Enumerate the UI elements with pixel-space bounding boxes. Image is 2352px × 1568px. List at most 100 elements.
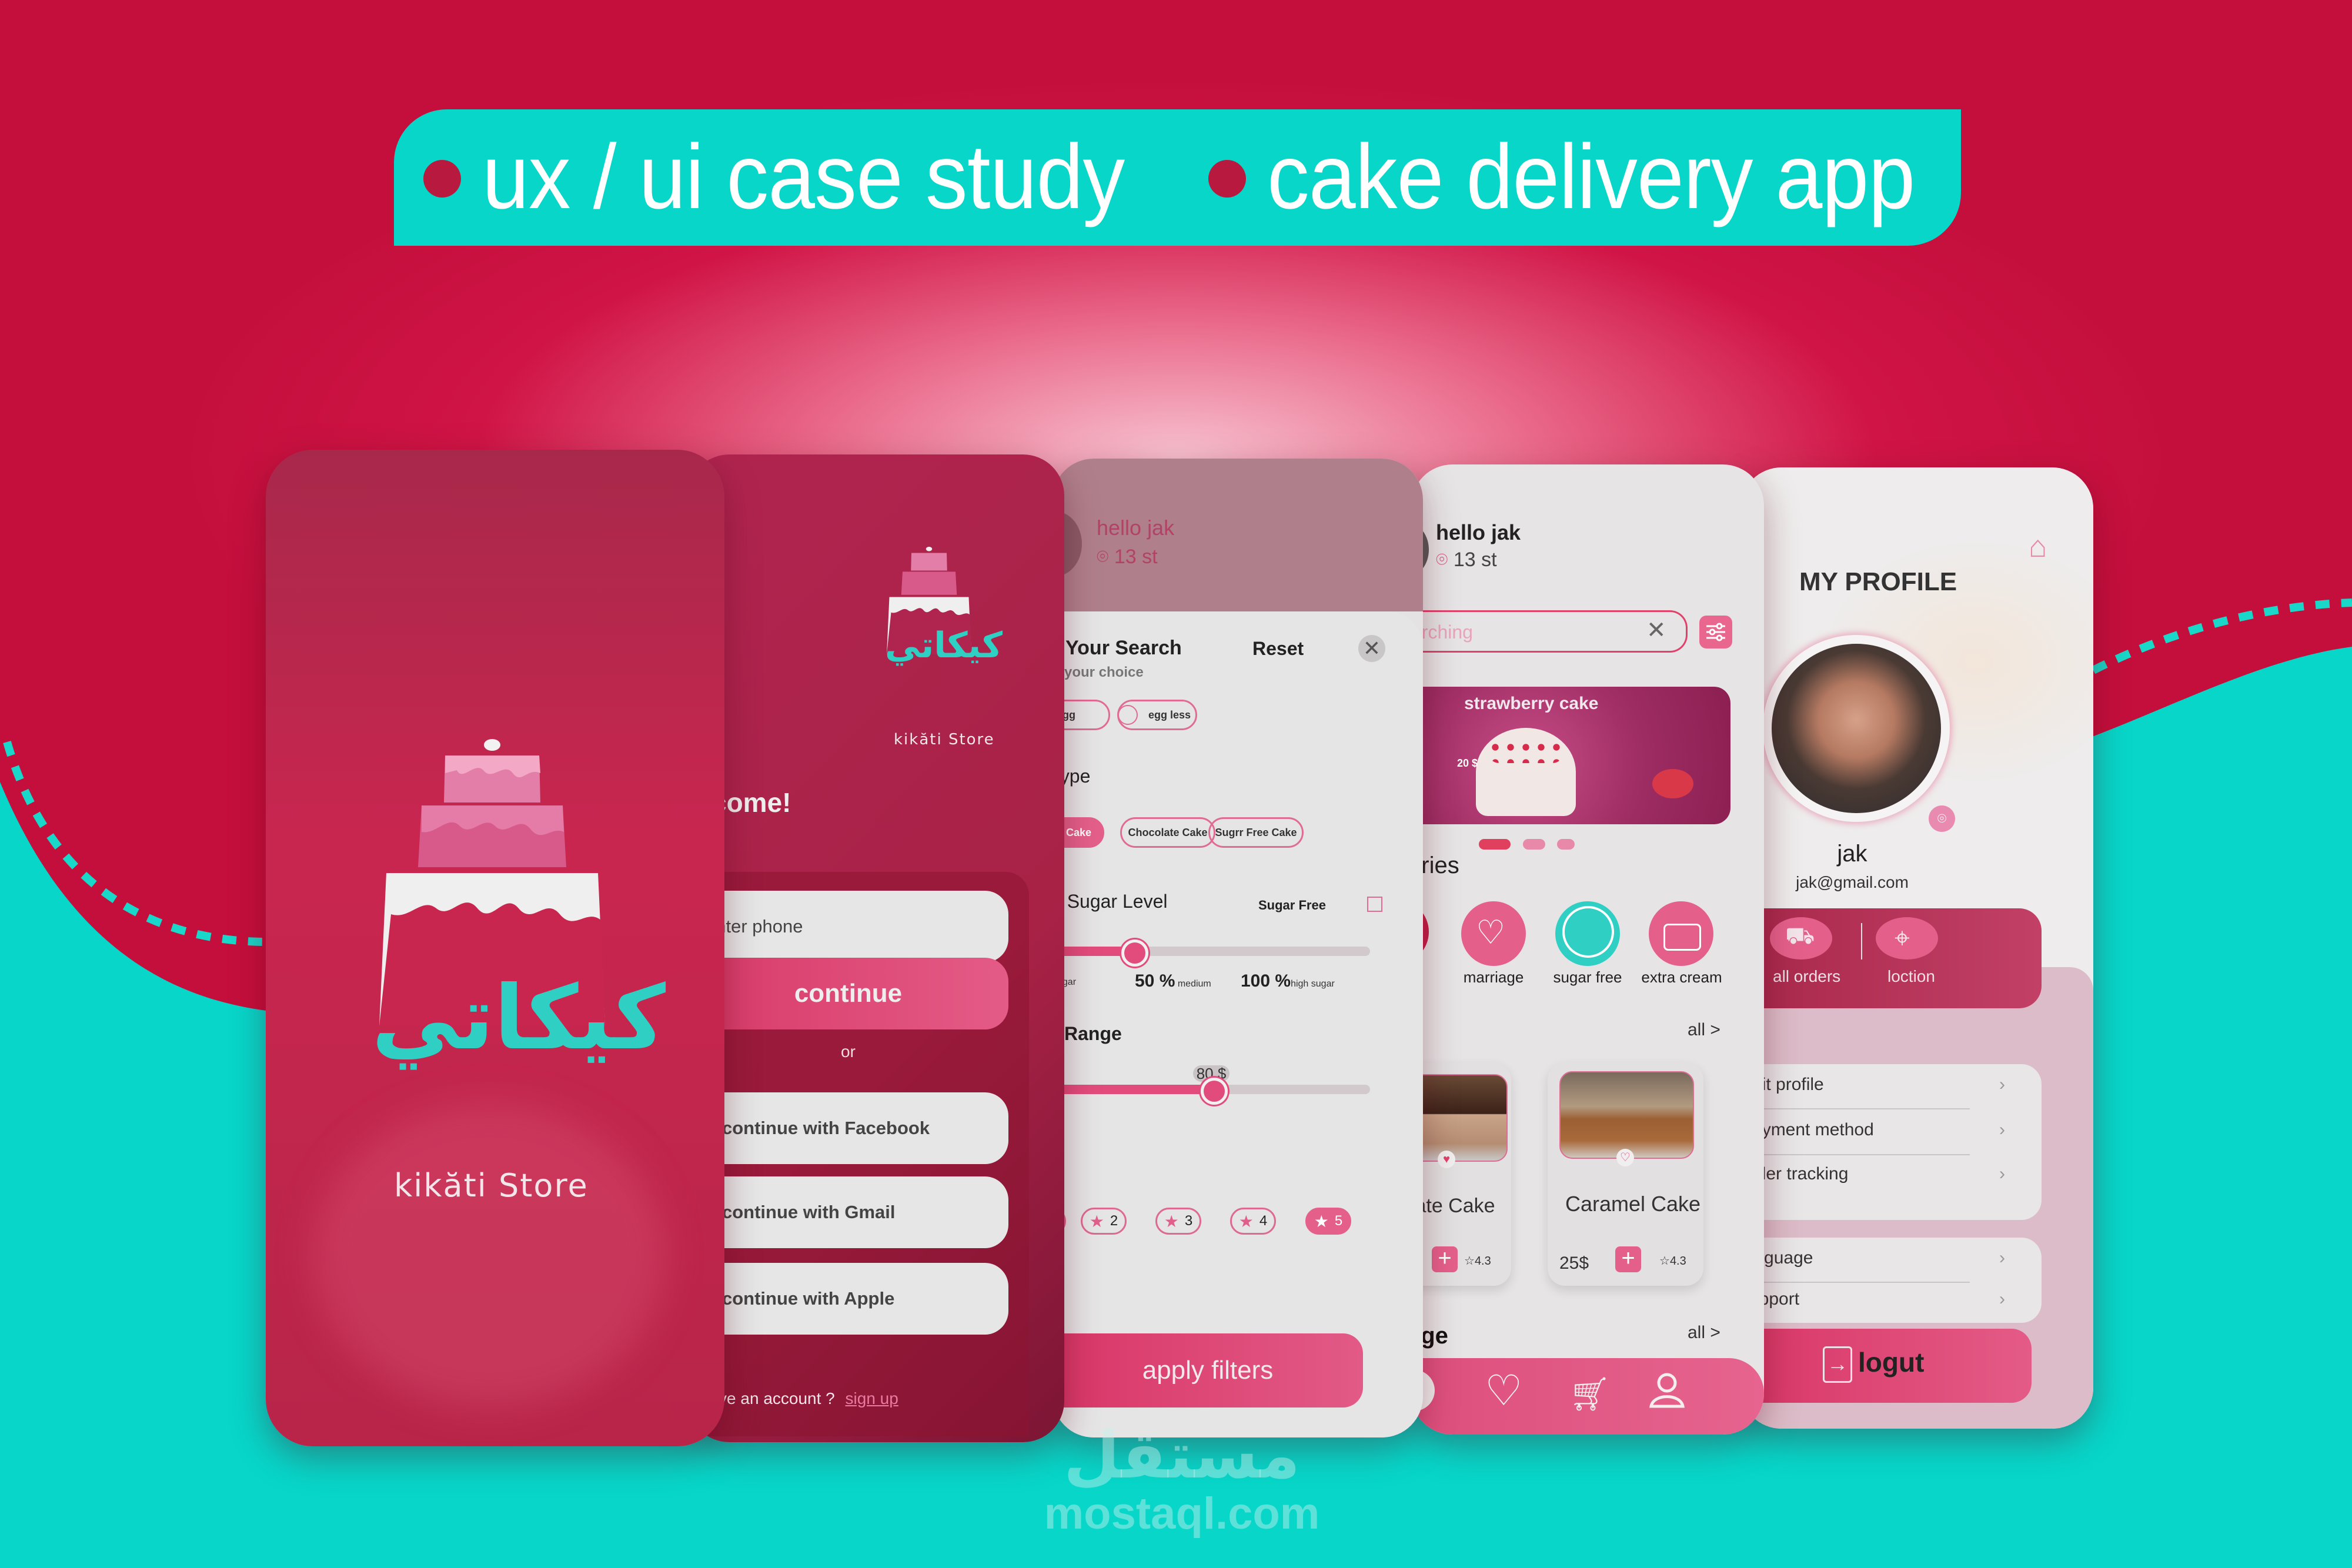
signup-link[interactable]: sign up — [846, 1389, 898, 1407]
strawberry-decoration — [1652, 769, 1693, 798]
product-image — [1559, 1071, 1694, 1159]
promo-price: 20 $ — [1457, 757, 1478, 769]
clear-search-icon[interactable]: ✕ — [1646, 617, 1666, 644]
user-icon[interactable] — [1646, 1370, 1688, 1411]
filter-screen: hello jak ⌾ 13 st Your Search Reset ✕ yo… — [1053, 459, 1423, 1437]
category-sugar-free[interactable] — [1555, 901, 1620, 966]
star-icon: ★ — [1164, 1212, 1179, 1231]
price-slider-thumb[interactable] — [1201, 1078, 1228, 1105]
see-all-link[interactable]: all > — [1688, 1020, 1720, 1040]
add-to-cart-button[interactable]: + — [1432, 1246, 1458, 1272]
apple-login-button[interactable]: continue with Apple — [688, 1263, 1008, 1335]
sugar-free-checkbox[interactable] — [1367, 897, 1382, 912]
apply-filters-button[interactable]: apply filters — [1053, 1333, 1363, 1407]
rating-chip-3[interactable]: ★ 3 — [1155, 1208, 1201, 1235]
carousel-dot[interactable] — [1557, 839, 1575, 850]
menu-item-payment-method[interactable]: Payment method — [1740, 1120, 2005, 1140]
menu-item-order-tracking[interactable]: order tracking — [1740, 1164, 2005, 1184]
title-banner: ux / ui case study cake delivery app — [394, 109, 1961, 246]
rating-value: 5 — [1334, 1213, 1343, 1229]
bottom-navigation: ♡ 🛒︎ — [1411, 1358, 1764, 1435]
cart-icon[interactable]: 🛒︎ — [1569, 1375, 1611, 1413]
rating-chip-2[interactable]: ★ 2 — [1081, 1208, 1127, 1235]
greeting: hello jak — [1436, 520, 1521, 544]
sliders-icon — [1706, 623, 1725, 641]
profile-title: MY PROFILE — [1799, 567, 1957, 596]
splash-screen: كيكاتي kikăti Store — [266, 450, 724, 1446]
favorite-heart-icon[interactable]: ♥ — [1438, 1151, 1455, 1168]
product-rating: ☆4.3 — [1659, 1253, 1686, 1268]
home-screen: hello jak ⌾ 13 st arching ✕ strawberry c… — [1411, 464, 1764, 1435]
carousel-dot-active[interactable] — [1479, 839, 1511, 850]
location-button[interactable]: ⌖ — [1876, 917, 1938, 959]
location-label: loction — [1887, 967, 1935, 985]
rating-chip-5[interactable]: ★ 5 — [1305, 1208, 1351, 1235]
rating-chip-4[interactable]: ★ 4 — [1230, 1208, 1276, 1235]
divider — [1861, 923, 1862, 959]
chevron-right-icon: › — [1999, 1248, 2005, 1268]
category-marriage[interactable]: ♡ — [1461, 901, 1526, 966]
category-label: marriage — [1463, 968, 1524, 986]
gmail-login-label: continue with Gmail — [722, 1202, 896, 1222]
strawberries — [1488, 740, 1564, 763]
category-label: sugar free — [1553, 968, 1622, 986]
product-price: 25$ — [1559, 1253, 1589, 1273]
location-pin-icon: ⌾ — [1436, 549, 1448, 571]
watermark: مستقل mostaql.com — [1023, 1423, 1341, 1540]
home-icon[interactable]: ⌂ — [2029, 529, 2047, 564]
gmail-login-button[interactable]: continue with Gmail — [688, 1176, 1008, 1248]
watermark-arabic: مستقل — [1063, 1417, 1301, 1493]
quick-actions: ⛟ all orders ⌖ loction — [1740, 908, 2042, 1008]
carousel-dot[interactable] — [1523, 839, 1545, 850]
all-orders-label: all orders — [1773, 967, 1841, 985]
product-card[interactable]: ♡ Caramel Cake 25$ + ☆4.3 — [1548, 1062, 1703, 1286]
sugar-mark-medium-label: medium — [1177, 979, 1211, 989]
avatar — [1772, 644, 1941, 813]
or-divider: or — [841, 1042, 856, 1061]
star-outline-icon: ☆ — [1659, 1255, 1670, 1268]
sugar-mark-high-pct: 100 % — [1241, 971, 1291, 991]
star-outline-icon: ☆ — [1464, 1255, 1475, 1268]
heart-icon[interactable]: ♡ — [1485, 1370, 1523, 1412]
promo-banner[interactable]: strawberry cake 20 $ — [1411, 687, 1730, 824]
bullet-dot — [423, 160, 461, 198]
radio-circle — [1117, 705, 1138, 725]
sugar-mark-medium-pct: 50 % — [1135, 971, 1175, 991]
logout-button[interactable]: → logut — [1740, 1329, 2032, 1403]
rating-value: 4 — [1259, 1213, 1268, 1229]
phone-input[interactable]: enter phone — [688, 891, 1008, 962]
camera-icon[interactable]: ⌾ — [1929, 805, 1955, 832]
all-orders-button[interactable]: ⛟ — [1770, 917, 1832, 959]
menu-item-edit-profile[interactable]: Edit profile — [1740, 1075, 2005, 1095]
menu-item-language[interactable]: language — [1740, 1248, 2005, 1268]
reset-button[interactable]: Reset — [1252, 638, 1304, 660]
favorite-heart-icon[interactable]: ♡ — [1616, 1149, 1634, 1166]
sugar-level-title: e Sugar Level — [1053, 891, 1168, 912]
continue-button[interactable]: continue — [688, 958, 1008, 1029]
facebook-login-button[interactable]: continue with Facebook — [688, 1092, 1008, 1164]
apple-login-label: continue with Apple — [722, 1288, 895, 1309]
product-card[interactable]: ♥ olate Cake + ☆4.3 — [1411, 1062, 1511, 1286]
close-icon[interactable]: ✕ — [1358, 635, 1385, 662]
category-extra-cream[interactable] — [1649, 901, 1713, 966]
type-chip-sugar-free[interactable]: Sugrr Free Cake — [1208, 817, 1304, 848]
login-screen: كيكاتي kikăti Store come! enter phone co… — [688, 454, 1064, 1442]
facebook-login-label: continue with Facebook — [722, 1118, 930, 1138]
add-to-cart-button[interactable]: + — [1615, 1246, 1641, 1272]
search-input[interactable]: arching ✕ — [1411, 610, 1688, 653]
separator — [1740, 1108, 1970, 1109]
cake-photo-background — [313, 1102, 666, 1408]
see-all-link-2[interactable]: all > — [1688, 1323, 1720, 1343]
eggless-option[interactable]: egg less — [1117, 700, 1197, 730]
sugar-free-label: Sugar Free — [1258, 898, 1326, 912]
product-rating: ☆4.3 — [1464, 1253, 1491, 1268]
promo-title: strawberry cake — [1464, 694, 1599, 713]
profile-email: jak@gmail.com — [1796, 873, 1909, 891]
chevron-right-icon: › — [1999, 1164, 2005, 1183]
menu-item-support[interactable]: support — [1740, 1289, 2005, 1309]
filter-button[interactable] — [1699, 616, 1732, 648]
type-chip-chocolate[interactable]: Chocolate Cake — [1120, 817, 1215, 848]
product-name: Caramel Cake — [1565, 1192, 1701, 1216]
sugar-mark-medium: 50 % medium — [1135, 971, 1211, 991]
sugar-slider-thumb[interactable] — [1121, 940, 1148, 967]
